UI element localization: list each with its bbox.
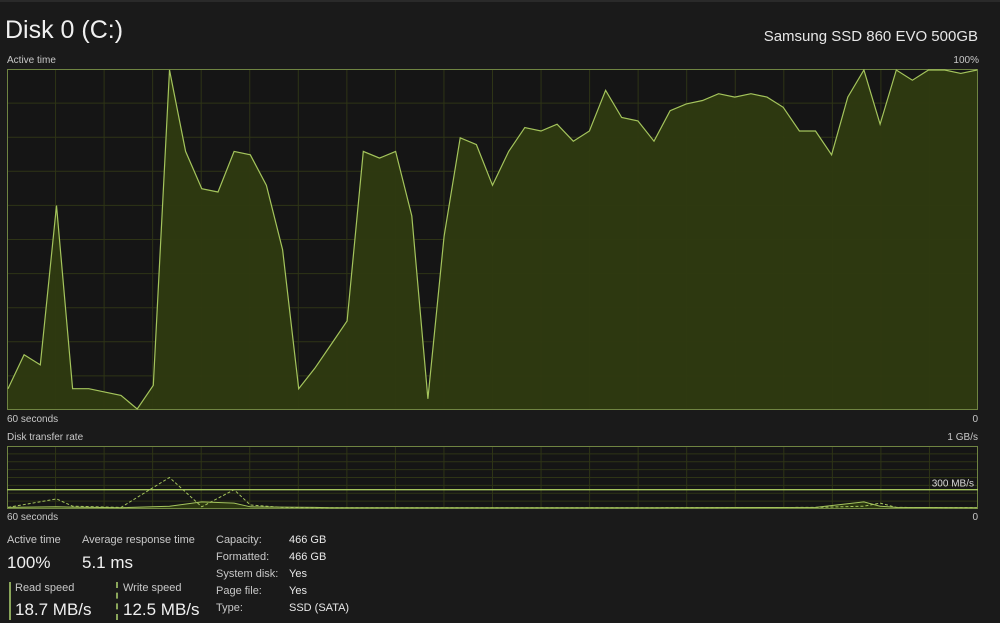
avg-response-stat-label: Average response time (82, 534, 195, 546)
type-value: SSD (SATA) (289, 602, 350, 614)
capacity-label: Capacity: (216, 534, 262, 546)
system-disk-label: System disk: (216, 568, 279, 580)
type-label: Type: (216, 602, 243, 614)
transfer-rate-x-left-label: 60 seconds (7, 512, 59, 523)
transfer-rate-x-right-label: 0 (972, 512, 978, 523)
disk-model: Samsung SSD 860 EVO 500GB (763, 28, 978, 45)
active-time-chart (7, 69, 978, 410)
transfer-rate-chart-label: Disk transfer rate (7, 432, 84, 443)
active-time-x-right-label: 0 (972, 414, 978, 425)
write-speed-stat-label: Write speed (123, 582, 182, 594)
avg-response-stat-value: 5.1 ms (82, 553, 134, 572)
formatted-value: 466 GB (289, 551, 327, 563)
write-speed-indicator (116, 582, 118, 620)
capacity-value: 466 GB (289, 534, 327, 546)
active-time-max-label: 100% (953, 55, 979, 66)
read-speed-stat-label: Read speed (15, 582, 75, 594)
system-disk-value: Yes (289, 568, 307, 580)
active-time-chart-label: Active time (7, 55, 56, 66)
read-speed-stat-value: 18.7 MB/s (15, 600, 92, 619)
page-file-value: Yes (289, 585, 307, 597)
window-top-border (0, 0, 1000, 2)
page-title: Disk 0 (C:) (5, 16, 124, 44)
transfer-rate-chart: 300 MB/s (7, 446, 978, 509)
read-speed-indicator (9, 582, 11, 620)
write-speed-stat-value: 12.5 MB/s (123, 600, 200, 619)
transfer-rate-max-label: 1 GB/s (947, 432, 978, 443)
page-file-label: Page file: (216, 585, 262, 597)
active-time-stat-label: Active time (7, 534, 61, 546)
formatted-label: Formatted: (216, 551, 270, 563)
transfer-reference-label: 300 MB/s (932, 479, 974, 490)
active-time-x-left-label: 60 seconds (7, 414, 59, 425)
active-time-stat-value: 100% (7, 553, 51, 572)
